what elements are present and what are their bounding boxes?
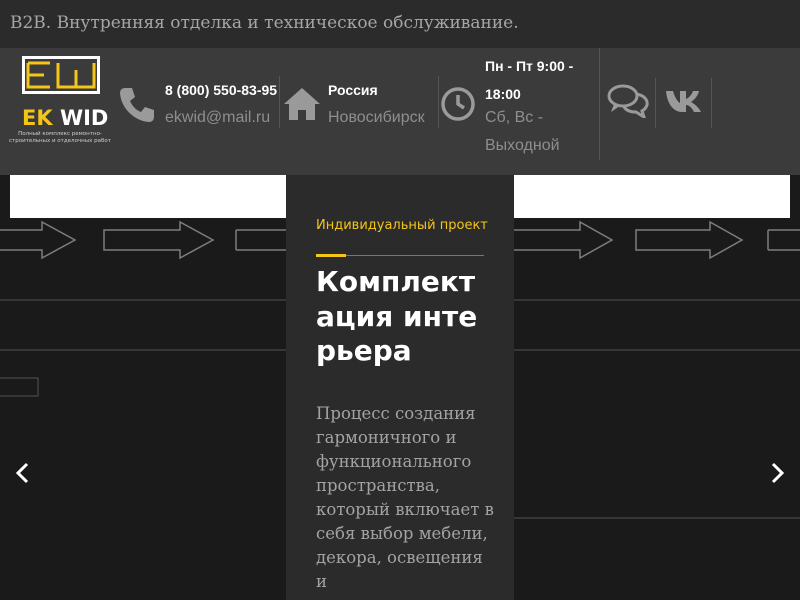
slide-description: Процесс создания гармоничного и функцион…: [316, 404, 494, 591]
home-icon: [284, 88, 320, 120]
chevron-right-icon[interactable]: [766, 462, 788, 484]
phone-icon: [120, 88, 154, 122]
accent-bar: [316, 254, 346, 257]
logo-wid: WID: [59, 106, 109, 130]
hours-weekdays: Пн - Пт 9:00 - 18:00: [485, 58, 574, 102]
divider: [655, 78, 656, 128]
phone-number[interactable]: 8 (800) 550-83-95: [165, 82, 277, 98]
email-link[interactable]: ekwid@mail.ru: [165, 109, 270, 127]
logo-tagline: Полный комплекс ремонтно-строительных и …: [9, 131, 111, 144]
divider: [599, 48, 600, 160]
chat-icon[interactable]: [606, 82, 650, 118]
slide-card: Индивидуальный проект Комплектация интер…: [286, 175, 514, 600]
divider: [279, 76, 280, 128]
divider: [438, 76, 439, 128]
country: Россия: [328, 82, 378, 98]
divider: [711, 78, 712, 128]
chevron-left-icon[interactable]: [12, 462, 34, 484]
city: Новосибирск: [328, 109, 425, 126]
vk-icon[interactable]: [664, 82, 704, 118]
top-bar: B2B. Внутренняя отделка и техническое об…: [0, 0, 800, 48]
logo-wordmark: EK WID: [22, 106, 108, 130]
clock-icon: [441, 87, 475, 121]
slide-title: Комплектация интерьера: [316, 265, 478, 367]
top-bar-text: B2B. Внутренняя отделка и техническое об…: [10, 13, 519, 33]
logo-mark-icon: [22, 56, 100, 94]
logo-ek: EK: [22, 106, 53, 130]
site-header: EK WID Полный комплекс ремонтно-строител…: [0, 48, 800, 175]
hours-weekend: Сб, Вс - Выходной: [485, 109, 560, 154]
logo[interactable]: EK WID Полный комплекс ремонтно-строител…: [4, 52, 116, 148]
slide-subtitle: Индивидуальный проект: [316, 218, 488, 233]
